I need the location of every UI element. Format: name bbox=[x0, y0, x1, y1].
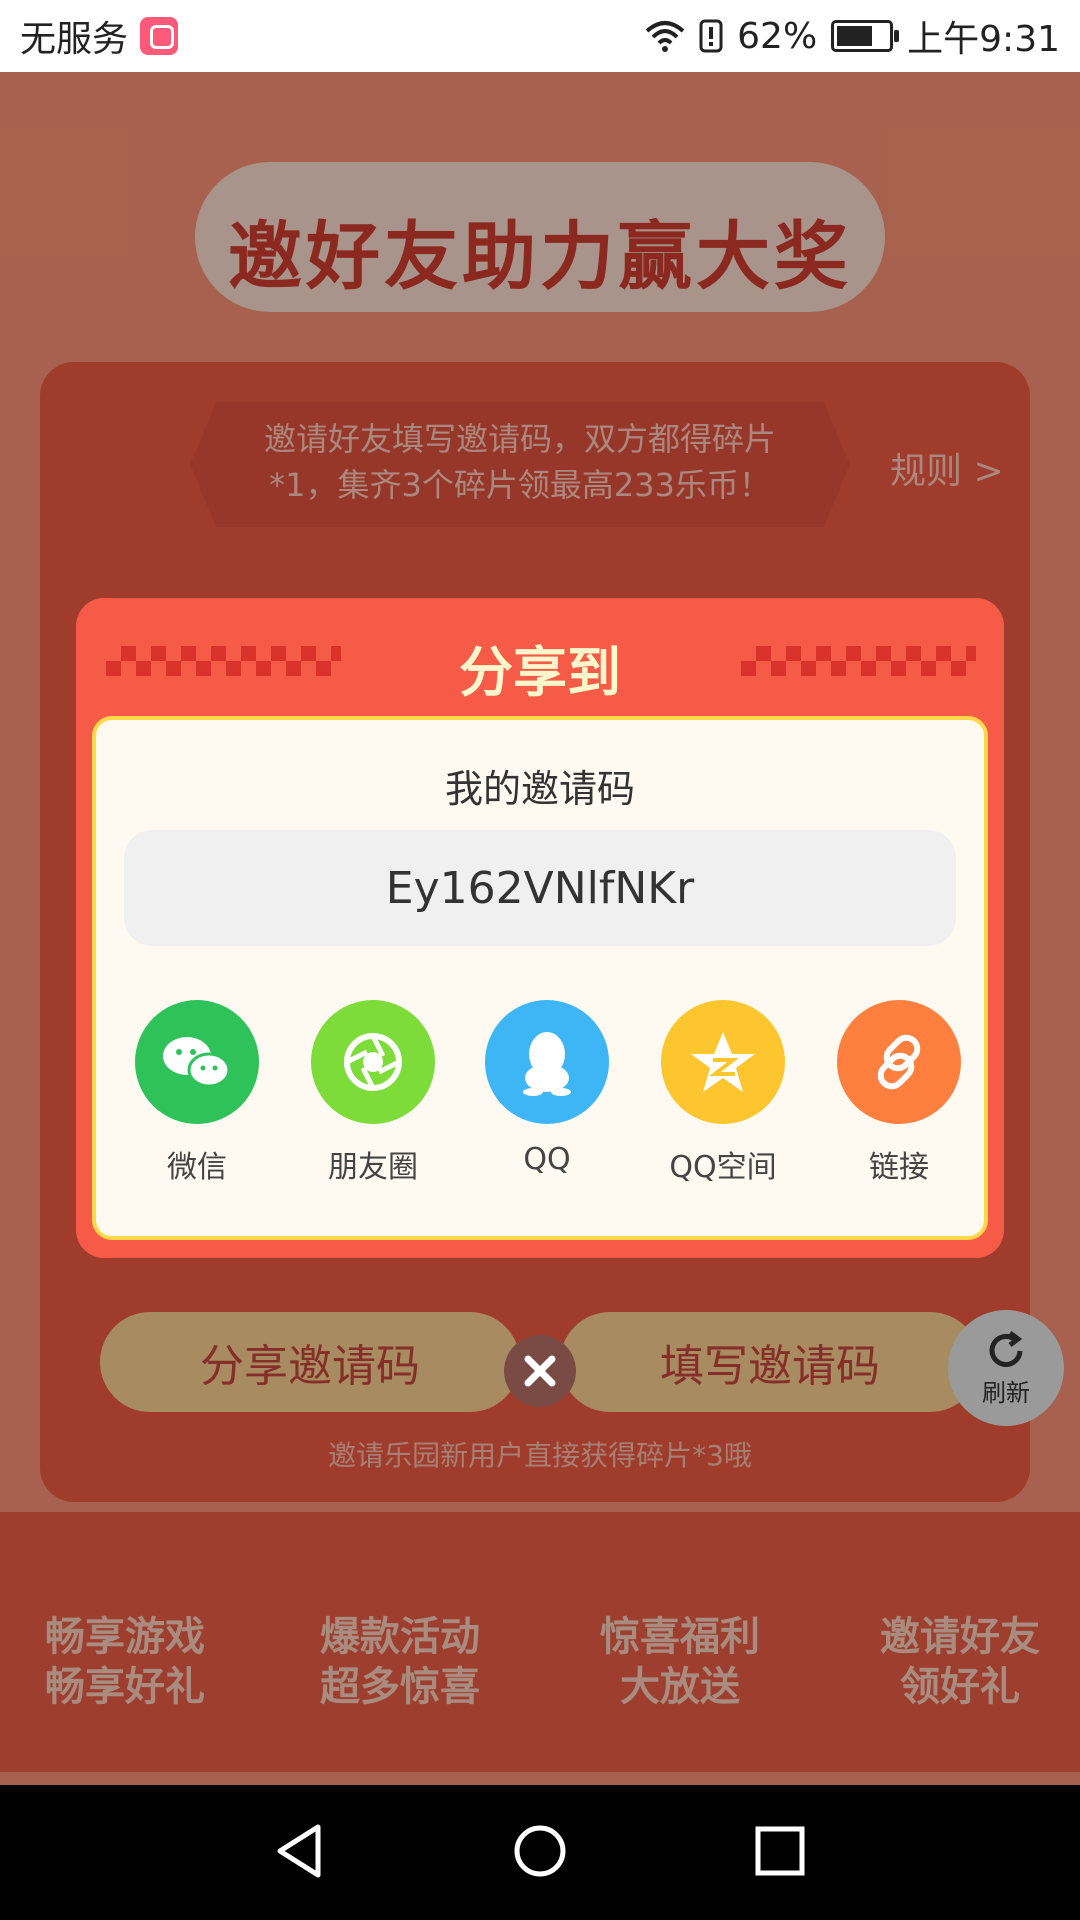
battery-percent: 62% bbox=[737, 15, 818, 57]
clock: 上午9:31 bbox=[907, 19, 1060, 60]
wechat-icon bbox=[135, 1000, 259, 1124]
system-nav-bar bbox=[0, 1785, 1080, 1920]
battery-icon bbox=[831, 20, 900, 52]
share-label: 微信 bbox=[167, 1150, 227, 1185]
carrier-text: 无服务 bbox=[20, 19, 129, 60]
share-qq[interactable]: QQ bbox=[482, 1000, 612, 1177]
share-label: 链接 bbox=[869, 1150, 929, 1185]
link-icon bbox=[837, 1000, 961, 1124]
qq-icon bbox=[485, 1000, 609, 1124]
recents-icon[interactable] bbox=[750, 1821, 810, 1881]
sim-alert-icon bbox=[699, 19, 723, 53]
share-label: QQ空间 bbox=[669, 1150, 777, 1185]
qzone-icon bbox=[661, 1000, 785, 1124]
modal-title: 分享到 bbox=[459, 641, 621, 704]
invite-code-field[interactable]: Ey162VNlfNKr bbox=[124, 830, 956, 946]
share-qzone[interactable]: QQ空间 bbox=[658, 1000, 788, 1186]
home-icon[interactable] bbox=[510, 1821, 570, 1881]
close-icon bbox=[524, 1355, 556, 1387]
share-panel: 我的邀请码 Ey162VNlfNKr 微信 朋友圈 QQ QQ空间 链接 bbox=[92, 716, 988, 1240]
moments-icon bbox=[311, 1000, 435, 1124]
share-modal: 分享到 我的邀请码 Ey162VNlfNKr 微信 朋友圈 QQ QQ空间 链接 bbox=[76, 598, 1004, 1258]
share-link[interactable]: 链接 bbox=[834, 1000, 964, 1186]
back-icon[interactable] bbox=[270, 1821, 330, 1881]
wifi-icon bbox=[645, 21, 685, 52]
share-wechat[interactable]: 微信 bbox=[132, 1000, 262, 1186]
share-moments[interactable]: 朋友圈 bbox=[308, 1000, 438, 1186]
status-bar: 无服务 62% 上午9:31 bbox=[0, 0, 1080, 72]
app-notification-icon bbox=[140, 17, 179, 55]
invite-code-label: 我的邀请码 bbox=[444, 767, 635, 811]
close-modal-button[interactable] bbox=[504, 1335, 576, 1407]
share-label: 朋友圈 bbox=[328, 1150, 418, 1185]
share-label: QQ bbox=[523, 1142, 571, 1177]
